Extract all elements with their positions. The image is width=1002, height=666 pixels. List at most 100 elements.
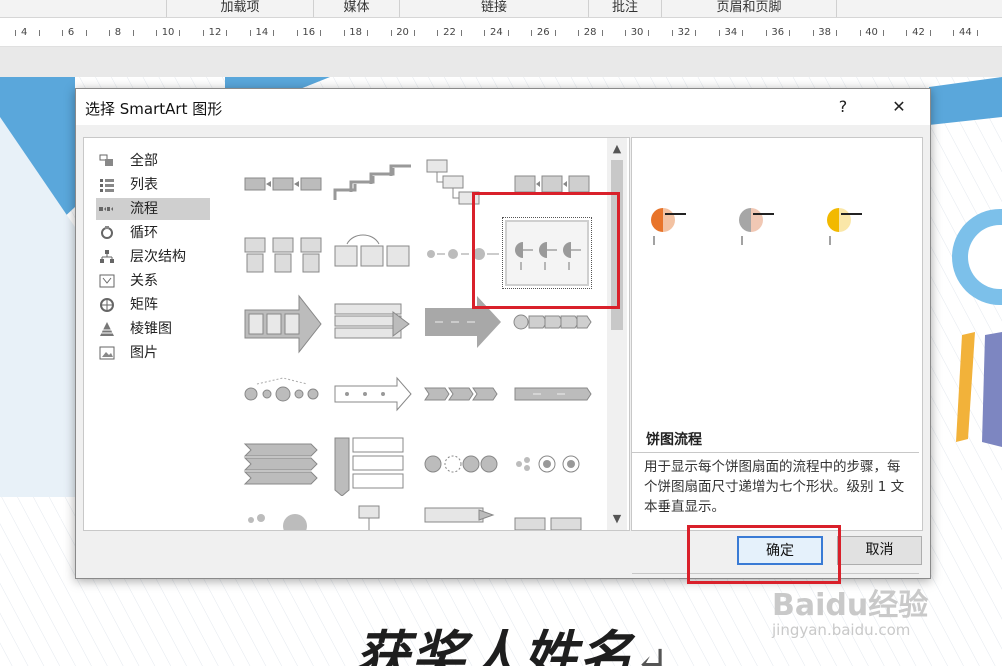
ribbon-group-links: 链接: [399, 0, 588, 17]
layout-thumbnail[interactable]: [423, 224, 503, 286]
ruler-tick: [62, 30, 64, 36]
ruler-tick: [554, 30, 556, 36]
paragraph-mark: ↵: [635, 639, 671, 666]
layout-thumbnail[interactable]: [333, 364, 413, 426]
preview-pie-1: [651, 208, 663, 232]
scroll-up-arrow-icon[interactable]: ▲: [607, 140, 627, 158]
category-label: 矩阵: [130, 297, 158, 313]
cancel-button[interactable]: 取消: [837, 536, 922, 565]
preview-graphic: [651, 208, 862, 245]
layout-thumbnail[interactable]: [333, 504, 413, 531]
ruler-tick: [273, 30, 275, 36]
ruler-tick: [812, 30, 814, 36]
ruler-tick: [367, 30, 368, 36]
ruler-tick: [484, 30, 486, 36]
ruler-tick: [578, 30, 580, 36]
layout-thumbnail[interactable]: [513, 294, 593, 356]
layout-thumbnail[interactable]: [243, 294, 323, 356]
ruler-number: 20: [396, 27, 409, 38]
horizontal-ruler[interactable]: 4 6 8 10 12 14 16 18 20 22 24 26 28 30 32 34 36 38 40 42 44: [0, 18, 1002, 47]
category-label: 流程: [130, 201, 158, 217]
ruler-tick: [625, 30, 626, 36]
category-label: 关系: [130, 273, 158, 289]
ruler-number: 16: [302, 27, 316, 38]
scroll-down-arrow-icon[interactable]: ▼: [607, 510, 627, 528]
ruler-number: 10: [161, 27, 175, 38]
ruler-tick: [765, 30, 767, 36]
help-button[interactable]: ?: [826, 93, 860, 121]
ribbon-group-header-footer: 页眉和页脚: [661, 0, 837, 17]
layout-thumbnail[interactable]: [423, 504, 503, 531]
ruler-number: 30: [630, 27, 644, 38]
layout-thumbnail[interactable]: [333, 294, 413, 356]
layout-thumbnail[interactable]: [243, 224, 323, 286]
ruler-tick: [179, 30, 181, 36]
category-item-process[interactable]: 流程: [96, 198, 210, 220]
layout-thumbnail[interactable]: [333, 434, 413, 496]
category-label: 棱锥图: [130, 321, 172, 337]
category-item-cycle[interactable]: 循环: [96, 222, 210, 244]
ruler-number: 38: [818, 27, 832, 38]
ruler-tick: [789, 30, 791, 36]
layout-thumbnail[interactable]: [513, 504, 593, 531]
document-title-text[interactable]: 获奖人姓名↵: [355, 612, 671, 666]
layout-thumbnail-pie-process[interactable]: [502, 217, 592, 289]
layout-thumbnail[interactable]: [423, 434, 503, 496]
category-label: 全部: [130, 153, 158, 169]
ruler-tick: [695, 30, 697, 36]
ruler-tick: [390, 30, 392, 36]
ruler-tick: [718, 30, 720, 36]
ribbon-group-label: 页眉和页脚: [716, 0, 782, 15]
gallery-scrollbar[interactable]: ▲ ▼: [607, 138, 627, 530]
ruler-tick: [38, 30, 40, 36]
ruler-tick: [109, 30, 111, 36]
picture-icon: [99, 346, 115, 360]
ruler-number: 14: [255, 27, 269, 38]
ruler-number: 22: [443, 27, 456, 38]
ruler-tick: [437, 30, 439, 36]
ruler-number: 32: [677, 27, 691, 38]
category-item-relationship[interactable]: 关系: [96, 270, 210, 292]
ruler-tick: [906, 30, 908, 36]
document-page-gap: [0, 47, 1002, 77]
layout-thumbnail[interactable]: [423, 364, 503, 426]
scrollbar-thumb[interactable]: [611, 160, 623, 330]
close-button[interactable]: ✕: [882, 93, 916, 121]
ruler-tick: [601, 30, 603, 36]
category-item-pyramid[interactable]: 棱锥图: [96, 318, 210, 340]
ribbon-group-label: 媒体: [343, 0, 370, 15]
layout-thumbnail[interactable]: [513, 434, 593, 496]
layout-thumbnail[interactable]: [243, 154, 323, 216]
layout-thumbnail[interactable]: [513, 154, 593, 216]
layout-thumbnail[interactable]: [513, 364, 593, 426]
ruler-tick: [953, 30, 955, 36]
category-item-all[interactable]: 全部: [96, 150, 210, 172]
dialog-titlebar[interactable]: 选择 SmartArt 图形 ? ✕: [76, 89, 930, 125]
layout-thumbnail[interactable]: [243, 364, 323, 426]
layout-thumbnail[interactable]: [333, 154, 413, 216]
ok-button[interactable]: 确定: [737, 536, 823, 565]
ruler-tick: [15, 30, 17, 36]
ruler-tick: [132, 30, 134, 36]
ruler-tick: [226, 30, 228, 36]
layout-thumbnail[interactable]: [243, 506, 323, 531]
ribbon-group-label: 加载项: [220, 0, 260, 15]
category-label: 图片: [130, 345, 158, 361]
ruler-tick: [976, 30, 978, 36]
category-item-matrix[interactable]: 矩阵: [96, 294, 210, 316]
category-item-hierarchy[interactable]: 层次结构: [96, 246, 210, 268]
layout-thumbnail[interactable]: [243, 434, 323, 496]
ribbon-group-labels: 加载项 媒体 链接 批注 页眉和页脚: [0, 0, 1002, 18]
layout-thumbnail[interactable]: [333, 224, 413, 286]
preview-pie-2-rest: [751, 208, 763, 232]
category-item-picture[interactable]: 图片: [96, 342, 210, 364]
ruler-number: 34: [724, 27, 738, 38]
category-item-list[interactable]: 列表: [96, 174, 210, 196]
dialog-title: 选择 SmartArt 图形: [85, 100, 223, 118]
relationship-icon: [99, 274, 115, 288]
layout-thumbnail[interactable]: [423, 154, 503, 216]
layout-thumbnail[interactable]: [423, 294, 503, 356]
process-icon: [99, 207, 113, 211]
ruler-number: 8: [114, 27, 122, 38]
ruler-number: 36: [771, 27, 785, 38]
